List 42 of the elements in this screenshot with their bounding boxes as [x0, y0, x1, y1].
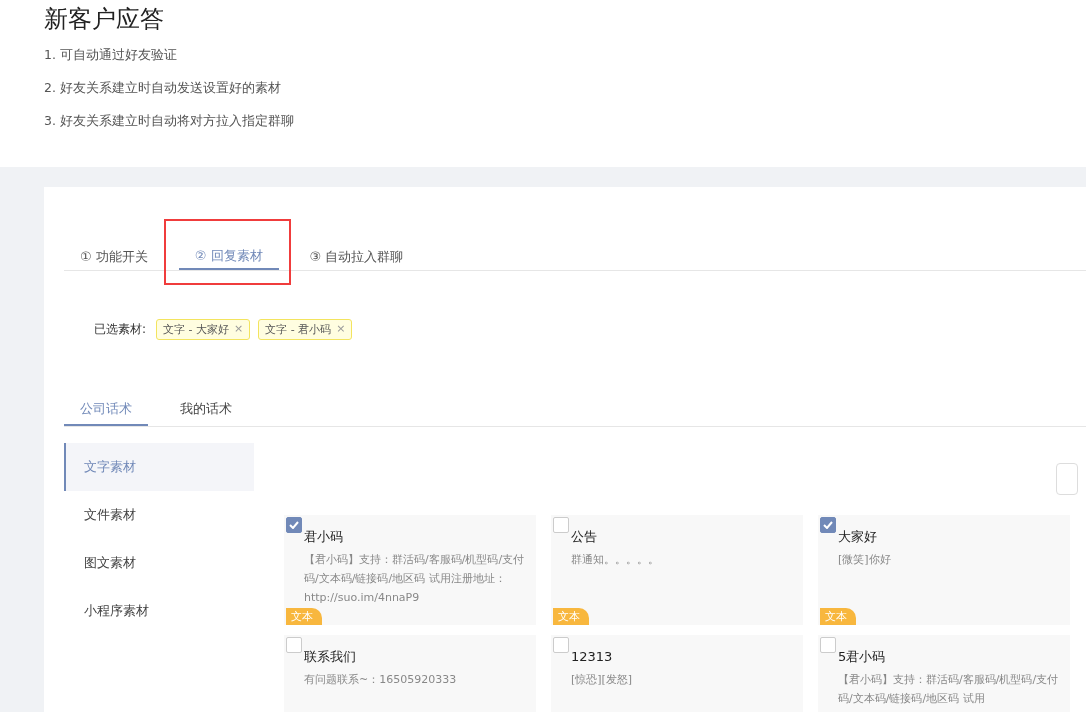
- card-title: 公告: [571, 528, 598, 546]
- card-title: 君小码: [304, 528, 344, 546]
- selected-label: 已选素材:: [94, 320, 147, 338]
- tag-text: 文字 - 君小码: [265, 321, 332, 337]
- step-tab[interactable]: ① 功能开关: [64, 243, 164, 270]
- input-field[interactable]: [1056, 463, 1078, 495]
- card-title: 5君小码: [838, 648, 887, 666]
- type-tag: 文本: [553, 608, 589, 625]
- script-tab[interactable]: 公司话术: [64, 394, 148, 426]
- card-text: 有问题联系~：16505920333: [303, 672, 458, 688]
- checkbox[interactable]: [286, 517, 302, 533]
- step-tab[interactable]: ③ 自动拉入群聊: [293, 243, 420, 270]
- card-title: 大家好: [838, 528, 878, 546]
- checkbox[interactable]: [820, 637, 836, 653]
- material-card[interactable]: 君小码 【君小码】支持：群活码/客服码/机型码/支付码/文本码/链接码/地区码 试用注册地址：http://suo.im/4nnaP9 文本: [284, 515, 536, 625]
- checkbox[interactable]: [286, 637, 302, 653]
- card-title: 12313: [571, 648, 614, 666]
- tag-text: 文字 - 大家好: [163, 321, 229, 337]
- card-text: 【君小码】支持：群活码/客服码/机型码/支付码/文本码/链接码/地区码 试用注册地址：http://suo.im/4nnaP9: [303, 552, 526, 606]
- checkbox[interactable]: [820, 517, 836, 533]
- feature-text: 3. 好友关系建立时自动将对方拉入指定群聊: [44, 112, 295, 130]
- material-card[interactable]: 公告 群通知。。。。。 文本: [551, 515, 803, 625]
- material-card[interactable]: 联系我们 有问题联系~：16505920333: [284, 635, 536, 712]
- card-text: 【君小码】支持：群活码/客服码/机型码/支付码/文本码/链接码/地区码 试用: [837, 672, 1060, 707]
- script-tab[interactable]: 我的话术: [164, 394, 248, 424]
- material-card[interactable]: 5君小码 【君小码】支持：群活码/客服码/机型码/支付码/文本码/链接码/地区码 试用: [818, 635, 1070, 712]
- type-tag: 文本: [820, 608, 856, 625]
- card-text: [惊恐][发怒]: [570, 672, 634, 688]
- type-tag: 文本: [286, 608, 322, 625]
- card-text: 群通知。。。。。: [570, 552, 660, 568]
- checkbox[interactable]: [553, 637, 569, 653]
- card-text: [微笑]你好: [837, 552, 892, 568]
- material-card[interactable]: 12313 [惊恐][发怒]: [551, 635, 803, 712]
- card-title: 联系我们: [304, 648, 357, 666]
- feature-text: 1. 可自动通过好友验证: [44, 46, 178, 64]
- step-tab[interactable]: ② 回复素材: [178, 243, 279, 270]
- check-icon: [289, 521, 299, 529]
- page-title: 新客户应答: [44, 4, 164, 34]
- material-card[interactable]: 大家好 [微笑]你好 文本: [818, 515, 1070, 625]
- feature-text: 2. 好友关系建立时自动发送设置好的素材: [44, 79, 282, 97]
- checkbox[interactable]: [553, 517, 569, 533]
- check-icon: [823, 521, 833, 529]
